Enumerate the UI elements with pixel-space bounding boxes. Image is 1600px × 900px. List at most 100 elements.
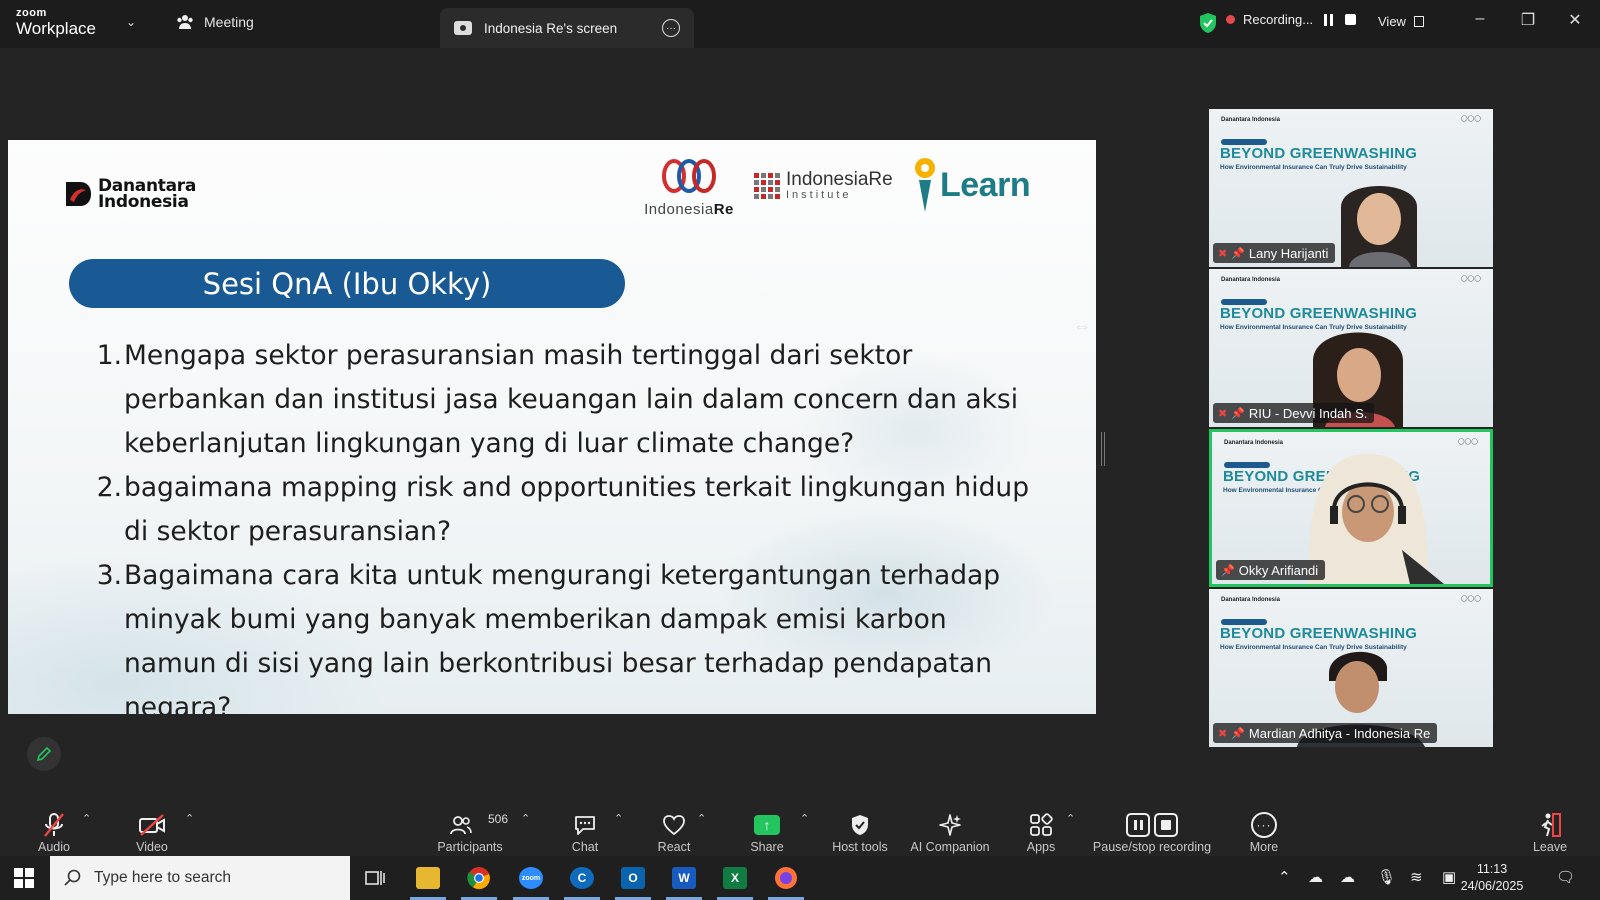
question-number: 1. [96, 340, 122, 371]
indonesiare-institute-logo: IndonesiaRe Institute [754, 170, 893, 201]
danantara-line2: Indonesia [98, 192, 189, 212]
question-number: 3. [96, 560, 122, 591]
audio-label: Audio [38, 840, 70, 854]
taskbar-search-input[interactable]: Type here to search [50, 856, 350, 900]
clock-date: 24/06/2025 [1460, 879, 1524, 893]
video-button[interactable]: Video [130, 803, 174, 856]
search-icon [64, 869, 81, 886]
participants-label: Participants [437, 840, 503, 854]
mic-muted-icon: ✖ [1218, 727, 1228, 740]
more-label: More [1249, 840, 1279, 854]
ai-companion-label: AI Companion [910, 840, 990, 854]
share-label: Share [750, 840, 784, 854]
participant-name: Okky Arifiandi [1238, 562, 1319, 578]
leave-button[interactable]: Leave [1530, 803, 1570, 856]
firefox-icon[interactable] [768, 862, 804, 900]
qna-title-pill: Sesi QnA (Ibu Okky) [69, 259, 625, 308]
participant-tile[interactable]: Danantara Indonesia ◯◯◯ BEYOND GREENWASH… [1209, 109, 1493, 267]
tab-shared-screen[interactable]: Indonesia Re's screen ··· [440, 8, 694, 48]
zoom-workplace-logo[interactable]: zoom Workplace [16, 7, 96, 38]
windows-start-icon[interactable] [14, 868, 34, 888]
mini-logo: Danantara Indonesia [1221, 597, 1281, 603]
view-layout-icon [1413, 16, 1424, 27]
participant-nameplate: ✖ 📌 Lany Harijanti [1213, 243, 1336, 263]
restore-icon[interactable]: ❐ [1516, 10, 1540, 30]
participant-tile[interactable]: Danantara Indonesia ◯◯◯ BEYOND GREENWASH… [1209, 589, 1493, 747]
question-item: 1. Mengapa sektor perasuransian masih ter… [90, 334, 1030, 466]
share-button[interactable]: ↑ Share [747, 803, 787, 856]
mic-muted-icon: ✖ [1218, 247, 1228, 260]
split-drag-handle[interactable] [1101, 432, 1105, 466]
apps-options-caret-icon[interactable]: ⌃ [1066, 812, 1075, 825]
chevron-down-icon[interactable]: ⌄ [126, 15, 136, 29]
brand-big: Workplace [16, 19, 96, 38]
taskbar-clock[interactable]: 11:13 24/06/2025 [1452, 861, 1532, 895]
minimize-icon[interactable]: – [1468, 10, 1492, 28]
chat-options-caret-icon[interactable]: ⌃ [614, 812, 623, 825]
participant-nameplate: ✖ 📌 RIU - Devvi Indah S. [1213, 403, 1375, 423]
ire-name-a: Indonesia [644, 201, 714, 218]
tile-headline: BEYOND GREENWASHING [1220, 145, 1418, 162]
danantara-logo: Danantara Indonesia [64, 178, 196, 212]
close-icon[interactable]: ✕ [1563, 10, 1587, 30]
copilot-icon[interactable]: C [564, 862, 600, 900]
video-label: Video [136, 840, 168, 854]
pause-stop-recording-button[interactable]: Pause/stop recording [1090, 803, 1214, 856]
video-off-icon [139, 814, 165, 836]
onedrive-sync-icon[interactable]: ☁ [1340, 868, 1355, 886]
share-options-caret-icon[interactable]: ⌃ [800, 812, 809, 825]
dot-grid-icon [754, 172, 780, 199]
clock-time: 11:13 [1476, 862, 1508, 876]
react-label: React [657, 840, 691, 854]
recording-label: Recording... [1243, 12, 1314, 27]
resize-arrow-icon[interactable]: ⇔ [1073, 316, 1091, 337]
file-explorer-icon[interactable] [410, 862, 446, 900]
tab-shared-screen-label: Indonesia Re's screen [484, 20, 618, 36]
audio-button[interactable]: Audio [34, 803, 74, 856]
pause-recording-icon[interactable] [1321, 13, 1335, 27]
apps-icon [1030, 813, 1053, 836]
annotate-pencil-button[interactable] [27, 737, 61, 771]
tab-meeting[interactable]: Meeting [176, 14, 254, 30]
chat-button[interactable]: Chat [565, 803, 605, 856]
pause-icon [1126, 813, 1150, 837]
stop-recording-icon[interactable] [1343, 13, 1357, 27]
tray-chevron-up-icon[interactable]: ⌃ [1278, 868, 1291, 886]
view-button[interactable]: View [1378, 14, 1424, 29]
brand-small: zoom [16, 7, 47, 19]
more-icon[interactable]: ··· [662, 19, 680, 37]
shield-check-icon[interactable] [1198, 12, 1218, 34]
heart-icon [663, 815, 685, 836]
video-options-caret-icon[interactable]: ⌃ [185, 812, 194, 825]
onedrive-icon[interactable]: ☁ [1308, 868, 1323, 886]
react-button[interactable]: React [653, 803, 695, 856]
wifi-icon[interactable]: ≋ [1410, 868, 1423, 886]
host-tools-button[interactable]: Host tools [828, 803, 892, 856]
question-item: 3. Bagaimana cara kita untuk mengurangi k… [90, 554, 1030, 714]
question-text: Mengapa sektor perasuransian masih terti… [124, 340, 1019, 459]
mini-logo: Danantara Indonesia [1221, 277, 1281, 283]
task-view-icon[interactable] [357, 862, 393, 894]
zoom-taskbar-icon[interactable]: zoom [513, 862, 549, 900]
participants-icon [450, 816, 472, 835]
audio-options-caret-icon[interactable]: ⌃ [82, 812, 91, 825]
react-options-caret-icon[interactable]: ⌃ [697, 812, 706, 825]
participant-tile[interactable]: Danantara Indonesia ◯◯◯ BEYOND GREENWASH… [1209, 269, 1493, 427]
apps-button[interactable]: Apps [1020, 803, 1062, 856]
ai-companion-button[interactable]: AI Companion [908, 803, 992, 856]
outlook-icon[interactable]: O [615, 862, 651, 900]
leave-icon [1541, 813, 1561, 837]
participants-options-caret-icon[interactable]: ⌃ [521, 812, 530, 825]
excel-icon[interactable]: X [717, 862, 753, 900]
word-icon[interactable]: W [666, 862, 702, 900]
participant-tile-active-speaker[interactable]: Danantara Indonesia ◯◯◯ BEYOND GREENWASH… [1209, 429, 1493, 587]
mini-logo: Danantara Indonesia [1224, 440, 1284, 446]
chrome-icon[interactable] [461, 862, 497, 900]
participants-button[interactable]: Participants [434, 803, 506, 856]
participant-name: Mardian Adhitya - Indonesia Re [1248, 725, 1431, 741]
notifications-icon[interactable]: 🗨 [1556, 868, 1575, 886]
participant-name: RIU - Devvi Indah S. [1248, 405, 1368, 421]
question-number: 2. [96, 472, 122, 503]
microphone-icon[interactable]: 🎙 [1377, 868, 1396, 886]
more-button[interactable]: ··· More [1244, 803, 1284, 856]
